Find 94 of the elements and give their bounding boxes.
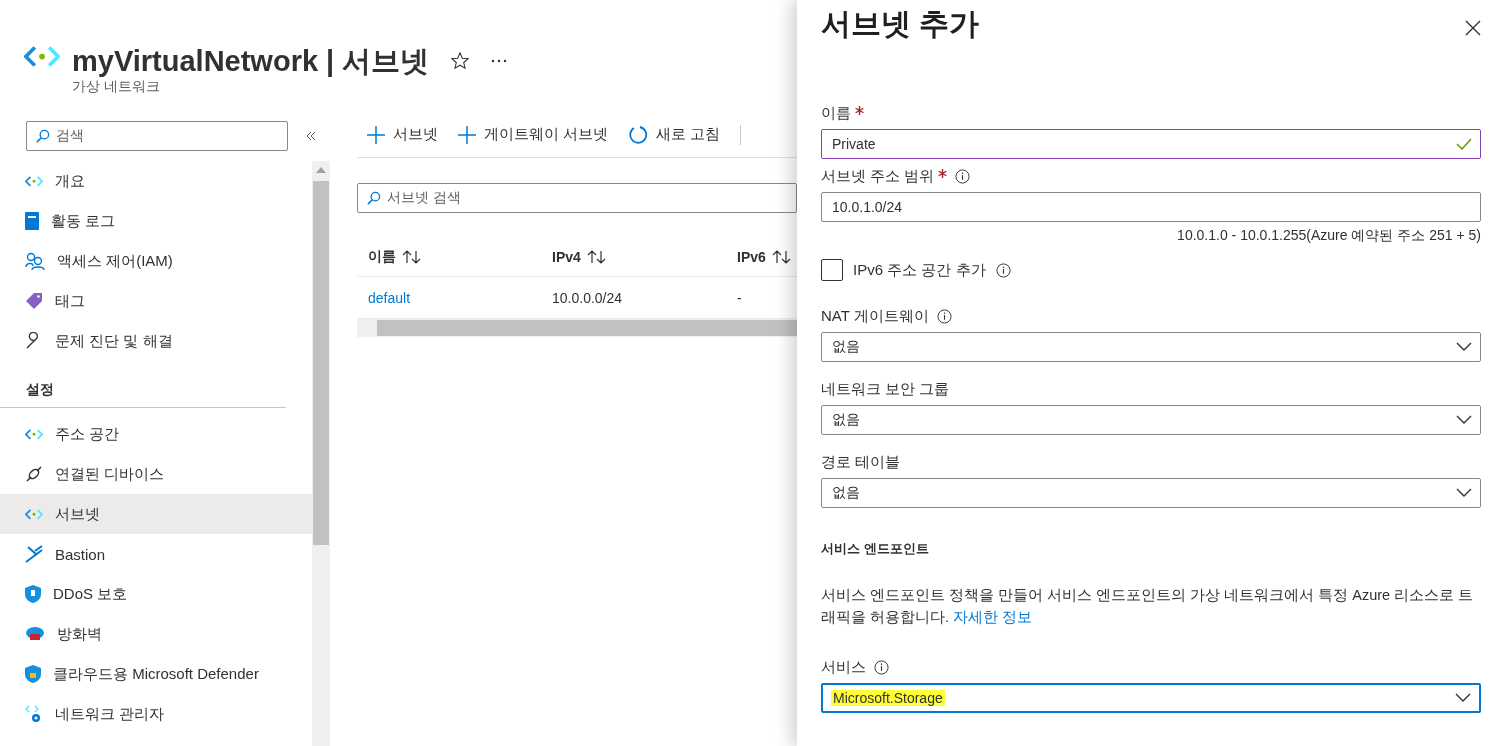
sidebar-item[interactable]: 서브넷: [0, 494, 312, 534]
sidebar-item[interactable]: 네트워크 관리자: [0, 694, 312, 734]
checkbox[interactable]: [821, 259, 843, 281]
network-icon: [25, 507, 43, 521]
chevron-down-icon: [1455, 693, 1471, 703]
sidebar-item[interactable]: 개요: [0, 161, 312, 201]
info-icon[interactable]: [995, 262, 1011, 278]
sidebar-item-label: 주소 공간: [55, 424, 120, 444]
column-header[interactable]: 이름: [368, 247, 396, 266]
chevron-down-icon: [1456, 415, 1472, 425]
text-input[interactable]: 10.0.1.0/24: [821, 192, 1481, 222]
info-icon[interactable]: [936, 309, 952, 324]
page-subtitle: 가상 네트워크: [72, 78, 161, 96]
sidebar-item[interactable]: 연결된 디바이스: [0, 454, 312, 494]
dropdown[interactable]: Microsoft.Storage: [821, 683, 1481, 713]
sidebar-item-label: 태그: [55, 291, 85, 311]
close-icon[interactable]: [1465, 20, 1481, 36]
sidebar-item[interactable]: 클라우드용 Microsoft Defender: [0, 654, 312, 694]
horizontal-scrollbar[interactable]: [357, 319, 797, 337]
field-label: NAT 게이트웨이: [821, 307, 929, 326]
search-field[interactable]: 서브넷 검색: [357, 183, 797, 213]
network-icon: [24, 44, 60, 70]
toolbar-button[interactable]: 게이트웨이 서브넷: [458, 125, 609, 144]
sidebar-item-label: 개요: [55, 171, 85, 191]
sidebar-item[interactable]: 활동 로그: [0, 201, 312, 241]
sidebar-item-label: 연결된 디바이스: [55, 464, 165, 484]
field-label: 네트워크 보안 그룹: [821, 380, 950, 399]
sidebar-item[interactable]: 태그: [0, 281, 312, 321]
description-text: 서비스 엔드포인트 정책을 만들어 서비스 엔드포인트의 가상 네트워크에서 특정 Azure 리소스로 트래픽을 허용합니다. 자세한 정보: [821, 586, 1475, 627]
sidebar-item[interactable]: Bastion: [0, 534, 312, 574]
sidebar-item-label: 클라우드용 Microsoft Defender: [53, 664, 259, 684]
dropdown[interactable]: 없음: [821, 478, 1481, 508]
sidebar-item-label: 네트워크 관리자: [55, 704, 165, 724]
sidebar-item[interactable]: DDoS 보호: [0, 574, 312, 614]
sidebar-item-label: 방화벽: [57, 624, 102, 644]
tag-icon: [25, 292, 43, 310]
refresh-icon: [628, 124, 649, 145]
scrollbar[interactable]: [312, 161, 330, 746]
checkbox-label: IPv6 주소 공간 추가: [853, 260, 986, 280]
search-icon: [366, 190, 381, 206]
sidebar-item-label: 액세스 제어(IAM): [57, 251, 173, 271]
chevron-down-icon: [1456, 488, 1472, 498]
toolbar-button[interactable]: 서브넷: [367, 125, 438, 144]
address-range-hint: 10.0.1.0 - 10.0.1.255(Azure 예약된 주소 251 + 5): [1177, 227, 1481, 245]
favorite-star-icon[interactable]: [451, 52, 470, 70]
collapse-icon[interactable]: [306, 131, 316, 141]
sidebar-item[interactable]: 방화벽: [0, 614, 312, 654]
panel-title: 서브넷 추가: [821, 6, 980, 42]
sidebar-item[interactable]: 문제 진단 및 해결: [0, 321, 312, 361]
sort-icon[interactable]: [402, 249, 422, 264]
check-icon: [1456, 138, 1472, 150]
page-title: myVirtualNetwork | 서브넷: [72, 44, 430, 78]
bastion-icon: [25, 545, 43, 563]
network-icon: [25, 174, 43, 188]
cloud-firewall-icon: [25, 626, 45, 642]
table-cell-text: -: [737, 289, 743, 306]
learn-more-link[interactable]: 자세한 정보: [953, 609, 1033, 625]
section-heading: 서비스 엔드포인트: [821, 540, 930, 558]
plus-icon: [458, 125, 476, 144]
search-icon: [35, 128, 50, 144]
sort-icon[interactable]: [771, 249, 792, 264]
info-icon[interactable]: [874, 660, 889, 675]
dropdown[interactable]: 없음: [821, 332, 1481, 362]
text-input[interactable]: Private: [821, 129, 1481, 159]
shield-lock-icon: [25, 665, 41, 683]
plus-icon: [367, 125, 385, 144]
sidebar-item[interactable]: 액세스 제어(IAM): [0, 241, 312, 281]
toolbar-button[interactable]: 새로 고침: [628, 124, 721, 145]
info-icon[interactable]: [955, 169, 971, 184]
network-icon: [25, 427, 43, 441]
sidebar-item[interactable]: 주소 공간: [0, 414, 312, 454]
sidebar-item-label: 활동 로그: [51, 211, 116, 231]
field-label: 경로 테이블: [821, 453, 901, 472]
subnet-link[interactable]: default: [368, 289, 411, 306]
section-title: 설정: [0, 361, 286, 408]
sort-icon[interactable]: [586, 249, 607, 264]
field-label: 서비스: [821, 658, 866, 677]
dropdown[interactable]: 없음: [821, 405, 1481, 435]
network-gear-icon: [25, 705, 43, 723]
book-icon: [25, 212, 39, 230]
users-icon: [25, 252, 45, 270]
table-cell-text: 10.0.0.0/24: [552, 289, 624, 306]
more-icon[interactable]: [491, 59, 508, 63]
sidebar-item-label: 문제 진단 및 해결: [55, 331, 173, 351]
shield-icon: [25, 585, 41, 603]
sidebar-item-label: DDoS 보호: [53, 584, 128, 604]
column-header[interactable]: IPv4: [552, 248, 581, 265]
search-field[interactable]: 검색: [26, 121, 288, 151]
field-label: 이름: [821, 104, 851, 123]
chevron-down-icon: [1456, 342, 1472, 352]
sidebar-item-label: 서브넷: [55, 504, 100, 524]
field-label: 서브넷 주소 범위: [821, 167, 935, 186]
column-header[interactable]: IPv6: [737, 248, 766, 265]
sidebar-item-label: Bastion: [55, 545, 106, 563]
